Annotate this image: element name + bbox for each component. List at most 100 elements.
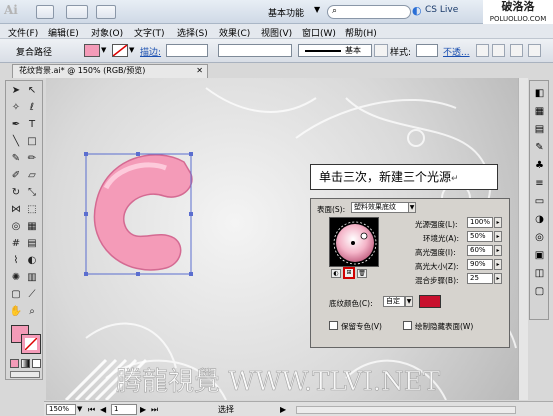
search-input[interactable]: ⌕ [327,5,411,19]
delete-light-icon[interactable]: 🗑 [357,269,367,278]
lasso-tool-icon[interactable]: ℓ [25,101,39,115]
scale-tool-icon[interactable]: ⤡ [25,186,39,200]
move-light-back-icon[interactable]: ◐ [331,269,341,278]
slice-tool-icon[interactable]: ⟋ [25,288,39,302]
menu-select[interactable]: 选择(S) [177,26,208,39]
menu-object[interactable]: 对象(O) [91,26,123,39]
paintbrush-tool-icon[interactable]: ✎ [9,152,23,166]
light-intensity-field[interactable]: 100% [467,217,493,228]
menu-window[interactable]: 窗口(W) [302,26,336,39]
draw-hidden-checkbox[interactable] [403,321,412,330]
stroke-label[interactable]: 描边: [140,45,161,58]
highlight-intensity-field[interactable]: 60% [467,245,493,256]
highlight-size-field[interactable]: 90% [467,259,493,270]
shape-builder-tool-icon[interactable]: ◎ [9,220,23,234]
swatches-panel-icon[interactable]: ▤ [533,123,546,136]
ambient-field[interactable]: 50% [467,231,493,242]
none-mode-icon[interactable] [32,359,41,368]
status-menu-icon[interactable]: ▶ [280,405,286,414]
stroke-weight-field[interactable] [166,44,208,57]
horizontal-scrollbar[interactable] [296,406,516,414]
color-panel-icon[interactable]: ◧ [533,87,546,100]
free-transform-tool-icon[interactable]: ⬚ [25,203,39,217]
color-guide-icon[interactable]: ▦ [533,105,546,118]
perspective-grid-tool-icon[interactable]: ▦ [25,220,39,234]
surface-dropdown[interactable]: 塑料效果底纹 [351,202,409,213]
type-tool-icon[interactable]: T [25,118,39,132]
gradient-tool-icon[interactable]: ▤ [25,237,39,251]
screen-mode-button[interactable] [10,371,40,378]
layers-panel-icon[interactable]: ◫ [533,267,546,280]
arrange-documents-icon[interactable] [66,5,88,19]
transparency-panel-icon[interactable]: ◑ [533,213,546,226]
highlight-intensity-arrow-icon[interactable]: ▸ [494,245,502,256]
stroke-swatch[interactable] [112,44,128,57]
light-intensity-arrow-icon[interactable]: ▸ [494,217,502,228]
menu-effect[interactable]: 效果(C) [219,26,250,39]
shading-color-dropdown[interactable]: 自定 [383,296,405,307]
workspace-dropdown-icon[interactable]: ▼ [314,5,320,14]
menu-type[interactable]: 文字(T) [134,26,165,39]
symbol-sprayer-tool-icon[interactable]: ✺ [9,271,23,285]
zoom-dropdown-icon[interactable]: ▼ [77,405,82,413]
blend-tool-icon[interactable]: ◐ [25,254,39,268]
transform-icon[interactable] [510,44,523,57]
direct-selection-tool-icon[interactable]: ↖ [25,84,39,98]
line-tool-icon[interactable]: ╲ [9,135,23,149]
menu-file[interactable]: 文件(F) [8,26,38,39]
document-tab[interactable]: 花纹背景.ai* @ 150% (RGB/预览) ✕ [12,64,208,78]
menu-help[interactable]: 帮助(H) [345,26,377,39]
stroke-panel-icon[interactable]: ≡ [533,177,546,190]
zoom-field[interactable]: 150% [46,404,76,415]
fill-swatch[interactable] [84,44,100,57]
light-preview-sphere[interactable] [329,217,379,267]
artboards-panel-icon[interactable]: ▢ [533,285,546,298]
last-artboard-icon[interactable]: ⏭ [151,405,158,415]
selection-tool-icon[interactable]: ➤ [9,84,23,98]
next-artboard-icon[interactable]: ▶ [140,405,146,414]
magic-wand-tool-icon[interactable]: ✧ [9,101,23,115]
artboard-number-field[interactable]: 1 [111,404,137,415]
gradient-mode-icon[interactable] [21,359,30,368]
hand-tool-icon[interactable]: ✋ [9,305,23,319]
vertical-scrollbar[interactable] [518,78,528,400]
pencil-tool-icon[interactable]: ✏ [25,152,39,166]
fill-dropdown-icon[interactable]: ▼ [101,46,106,54]
previous-artboard-icon[interactable]: ◀ [100,405,106,414]
stroke-color-box[interactable] [21,334,41,354]
shading-dropdown-arrow-icon[interactable]: ▼ [405,296,413,307]
ambient-arrow-icon[interactable]: ▸ [494,231,502,242]
variable-width-dropdown[interactable] [218,44,292,57]
control-menu-icon[interactable] [528,44,541,57]
pen-tool-icon[interactable]: ✒ [9,118,23,132]
close-icon[interactable]: ✕ [196,65,203,77]
recolor-artwork-icon[interactable] [476,44,489,57]
column-graph-tool-icon[interactable]: ▥ [25,271,39,285]
highlight-size-arrow-icon[interactable]: ▸ [494,259,502,270]
eraser-tool-icon[interactable]: ▱ [25,169,39,183]
zoom-tool-icon[interactable]: ⌕ [25,305,39,319]
screen-mode-icon[interactable] [96,5,116,19]
menu-edit[interactable]: 编辑(E) [48,26,79,39]
workspace-switcher[interactable]: 基本功能 [268,6,304,19]
eyedropper-tool-icon[interactable]: ⌇ [9,254,23,268]
stroke-dropdown-icon[interactable]: ▼ [129,46,134,54]
cs-live-button[interactable]: CS Live [425,5,458,15]
graphic-style-icon[interactable] [374,44,388,57]
width-tool-icon[interactable]: ⋈ [9,203,23,217]
preserve-spot-checkbox[interactable] [329,321,338,330]
gradient-panel-icon[interactable]: ▭ [533,195,546,208]
symbols-panel-icon[interactable]: ♣ [533,159,546,172]
menu-view[interactable]: 视图(V) [261,26,292,39]
artboard-tool-icon[interactable]: ▢ [9,288,23,302]
blend-steps-arrow-icon[interactable]: ▸ [494,273,502,284]
opacity-label[interactable]: 不透... [443,45,470,58]
color-mode-icon[interactable] [10,359,19,368]
appearance-panel-icon[interactable]: ◎ [533,231,546,244]
brush-definition-dropdown[interactable]: 基本 [298,44,372,57]
rectangle-tool-icon[interactable]: □ [25,135,39,149]
blob-brush-tool-icon[interactable]: ✐ [9,169,23,183]
rotate-tool-icon[interactable]: ↻ [9,186,23,200]
bridge-icon[interactable] [36,5,54,19]
graphic-styles-panel-icon[interactable]: ▣ [533,249,546,262]
